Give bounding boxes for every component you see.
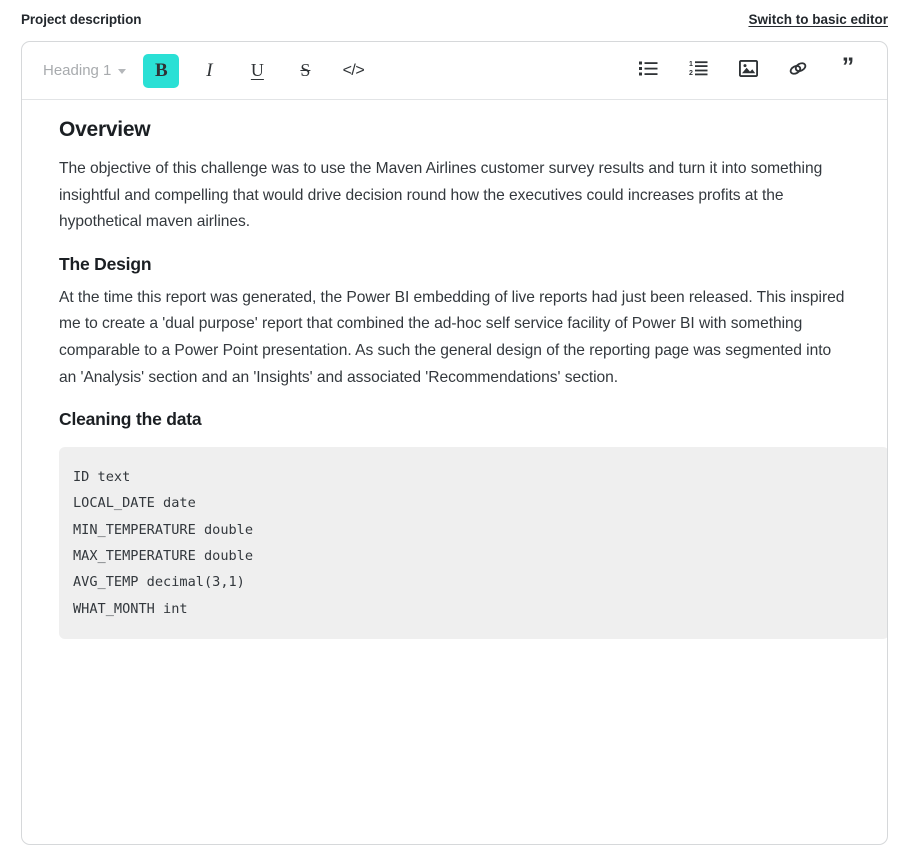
- italic-button[interactable]: I: [191, 54, 227, 88]
- switch-to-basic-editor-link[interactable]: Switch to basic editor: [748, 12, 888, 27]
- page-title: Project description: [21, 11, 142, 27]
- code-icon: </>: [342, 61, 365, 79]
- svg-text:2: 2: [689, 70, 693, 76]
- chevron-down-icon: [118, 69, 127, 74]
- numbered-list-icon: 1 2: [689, 60, 708, 81]
- heading-style-value: Heading 1: [43, 62, 112, 79]
- svg-text:1: 1: [689, 61, 693, 68]
- bullet-list-icon: [638, 60, 658, 81]
- toolbar-right-group: 1 2 ”: [630, 54, 873, 88]
- insert-image-button[interactable]: [730, 54, 766, 88]
- toolbar-left-group: Heading 1 B I U S </>: [35, 53, 383, 88]
- bold-icon: B: [155, 60, 168, 81]
- italic-icon: I: [206, 59, 213, 81]
- design-paragraph: At the time this report was generated, t…: [59, 288, 845, 386]
- overview-paragraph: The objective of this challenge was to u…: [59, 160, 823, 231]
- image-icon: [738, 59, 758, 82]
- strikethrough-button[interactable]: S: [287, 54, 323, 88]
- editor-content-area[interactable]: Overview The objective of this challenge…: [22, 100, 887, 844]
- bold-button[interactable]: B: [143, 53, 180, 88]
- blockquote-button[interactable]: ”: [830, 54, 866, 88]
- insert-link-button[interactable]: [780, 54, 816, 88]
- quote-icon: ”: [841, 53, 855, 81]
- numbered-list-button[interactable]: 1 2: [680, 54, 716, 88]
- strikethrough-icon: S: [300, 60, 311, 80]
- underline-icon: U: [250, 60, 264, 80]
- design-heading: The Design: [59, 253, 152, 274]
- overview-heading: Overview: [59, 118, 151, 141]
- underline-button[interactable]: U: [239, 54, 275, 88]
- code-block: ID text LOCAL_DATE date MIN_TEMPERATURE …: [59, 447, 887, 639]
- editor-toolbar: Heading 1 B I U S </> 1 2 ”: [22, 42, 887, 100]
- code-button[interactable]: </>: [335, 54, 371, 88]
- link-icon: [788, 60, 808, 82]
- heading-style-dropdown[interactable]: Heading 1: [35, 58, 134, 83]
- editor-header: Project description Switch to basic edit…: [0, 0, 909, 38]
- project-description-editor-page: Project description Switch to basic edit…: [0, 0, 909, 865]
- rich-text-editor: Heading 1 B I U S </> 1 2 ” Overview The…: [21, 41, 888, 845]
- cleaning-the-data-heading: Cleaning the data: [59, 409, 202, 430]
- bullet-list-button[interactable]: [630, 54, 666, 88]
